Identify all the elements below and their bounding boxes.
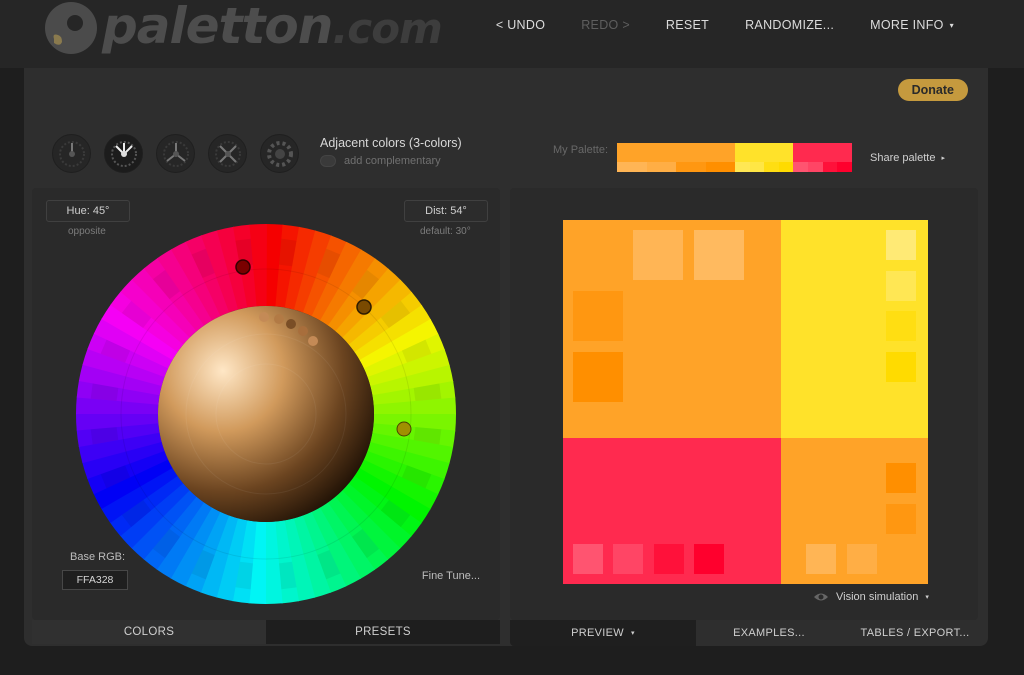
share-palette-link[interactable]: Share palette ▸ bbox=[870, 152, 945, 164]
shade-dot[interactable] bbox=[259, 312, 269, 322]
palette-strip[interactable] bbox=[617, 143, 852, 172]
shade-swatch bbox=[573, 544, 603, 574]
top-bar: paletton.com < UNDO REDO > RESET RANDOMI… bbox=[0, 0, 1024, 68]
tab-tables-export[interactable]: TABLES / EXPORT... bbox=[842, 620, 988, 646]
shade-dot[interactable] bbox=[308, 336, 318, 346]
color-wheel[interactable] bbox=[74, 222, 458, 606]
shade-dot[interactable] bbox=[286, 319, 296, 329]
palette-logo-icon bbox=[45, 2, 97, 54]
palette-primary-swatch[interactable] bbox=[617, 143, 735, 172]
adjacent-scheme-icon[interactable] bbox=[104, 134, 143, 173]
hue-handle-red[interactable] bbox=[235, 259, 251, 275]
vision-simulation-menu[interactable]: Vision simulation ▾ bbox=[813, 591, 929, 603]
base-rgb-label: Base RGB: bbox=[70, 551, 126, 563]
shade-swatch bbox=[886, 504, 916, 534]
shade-swatch bbox=[886, 311, 916, 341]
paletton-logo[interactable]: paletton.com bbox=[40, 0, 443, 58]
shade-swatch bbox=[694, 544, 724, 574]
my-palette-label: My Palette: bbox=[553, 144, 609, 156]
eye-icon bbox=[814, 593, 828, 601]
hue-handle-yellow[interactable] bbox=[396, 421, 412, 437]
left-tabs: COLORS PRESETS bbox=[32, 620, 500, 644]
toggle-icon bbox=[320, 155, 336, 167]
shade-swatch bbox=[694, 230, 744, 280]
shade-dot[interactable] bbox=[274, 314, 284, 324]
randomize-button[interactable]: RANDOMIZE... bbox=[745, 18, 834, 32]
tab-examples[interactable]: EXAMPLES... bbox=[696, 620, 842, 646]
undo-button[interactable]: < UNDO bbox=[496, 18, 545, 32]
shade-swatch bbox=[573, 352, 623, 402]
scheme-title: Adjacent colors (3-colors) bbox=[320, 136, 462, 150]
shade-swatch bbox=[613, 544, 643, 574]
shade-swatch bbox=[654, 544, 684, 574]
shade-dot[interactable] bbox=[298, 326, 308, 336]
logo-text: paletton.com bbox=[102, 0, 443, 55]
tetrad-scheme-icon[interactable] bbox=[208, 134, 247, 173]
shade-swatch bbox=[886, 463, 916, 493]
chevron-down-icon: ▾ bbox=[925, 594, 929, 601]
shade-swatch bbox=[633, 230, 683, 280]
tab-colors[interactable]: COLORS bbox=[32, 620, 266, 644]
free-style-icon[interactable] bbox=[260, 134, 299, 173]
scheme-selector bbox=[52, 134, 299, 173]
donate-button[interactable]: Donate bbox=[897, 79, 968, 101]
shade-swatch bbox=[847, 544, 877, 574]
shade-swatch bbox=[573, 291, 623, 341]
base-rgb-input[interactable]: FFA328 bbox=[62, 570, 128, 590]
chevron-down-icon: ▾ bbox=[631, 630, 635, 637]
tab-presets[interactable]: PRESETS bbox=[266, 620, 500, 644]
hue-handle-orange[interactable] bbox=[356, 299, 372, 315]
palette-red-swatch[interactable] bbox=[793, 143, 852, 172]
fine-tune-link[interactable]: Fine Tune... bbox=[422, 570, 480, 582]
shade-swatch bbox=[806, 544, 836, 574]
mono-scheme-icon[interactable] bbox=[52, 134, 91, 173]
right-tabs: PREVIEW ▾ EXAMPLES... TABLES / EXPORT... bbox=[510, 620, 988, 646]
redo-button[interactable]: REDO > bbox=[581, 18, 630, 32]
more-info-menu[interactable]: MORE INFO ▾ bbox=[870, 18, 954, 32]
add-complementary-toggle[interactable]: add complementary bbox=[320, 155, 441, 167]
shade-swatch bbox=[886, 230, 916, 260]
palette-yellow-swatch[interactable] bbox=[735, 143, 793, 172]
chevron-right-icon: ▸ bbox=[941, 155, 945, 162]
chevron-down-icon: ▾ bbox=[949, 21, 954, 30]
palette-preview bbox=[563, 220, 928, 584]
saturation-center[interactable] bbox=[158, 306, 374, 522]
dist-field[interactable]: Dist: 54° bbox=[404, 200, 488, 222]
shade-swatch bbox=[886, 271, 916, 301]
hue-field[interactable]: Hue: 45° bbox=[46, 200, 130, 222]
main-panel: Donate Adjacent colors (3-colors) add co… bbox=[24, 68, 988, 646]
top-nav: < UNDO REDO > RESET RANDOMIZE... MORE IN… bbox=[496, 18, 954, 32]
triad-scheme-icon[interactable] bbox=[156, 134, 195, 173]
shade-swatch bbox=[886, 352, 916, 382]
reset-button[interactable]: RESET bbox=[666, 18, 709, 32]
color-wheel-panel: Hue: 45° opposite Dist: 54° default: 30° bbox=[32, 188, 500, 620]
tab-preview[interactable]: PREVIEW ▾ bbox=[510, 620, 696, 646]
